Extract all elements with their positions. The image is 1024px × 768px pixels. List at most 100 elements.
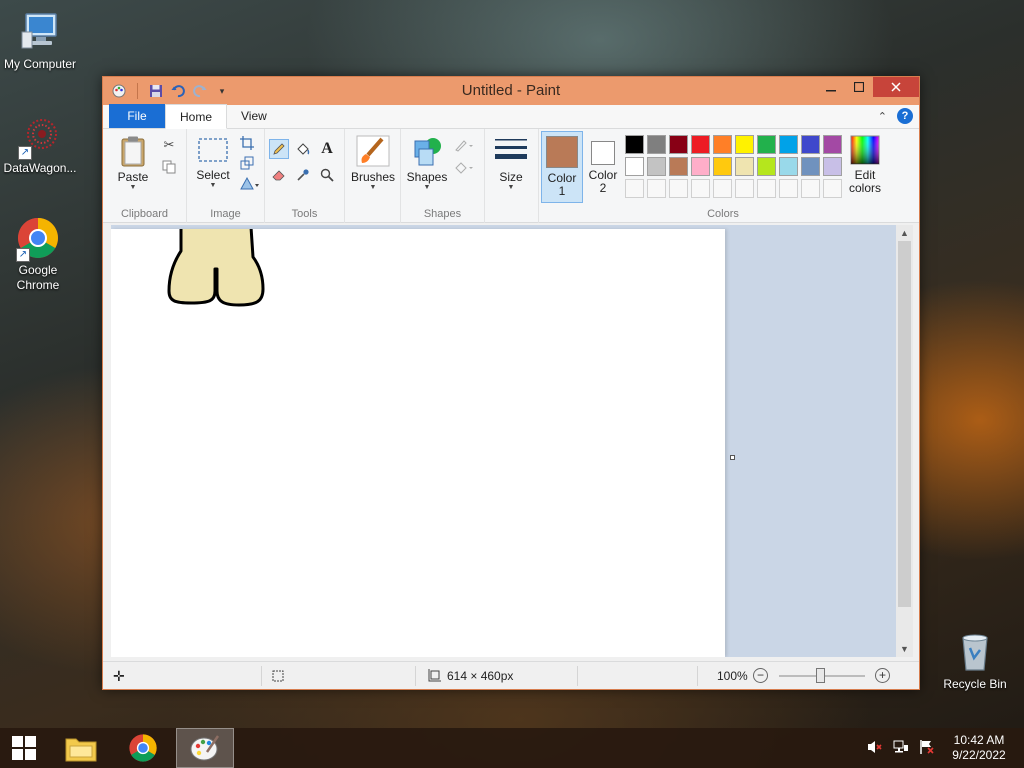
desktop-icon-recycle-bin[interactable]: Recycle Bin: [935, 630, 1015, 692]
help-icon[interactable]: ?: [897, 108, 913, 124]
taskbar-chrome[interactable]: [114, 728, 172, 768]
tab-home[interactable]: Home: [165, 104, 228, 129]
palette-custom-swatch[interactable]: [625, 179, 644, 198]
select-label: Select: [196, 168, 230, 182]
palette-swatch[interactable]: [691, 135, 710, 154]
rotate-icon[interactable]: [237, 173, 263, 193]
magnifier-icon[interactable]: [317, 165, 337, 185]
palette-swatch[interactable]: [691, 157, 710, 176]
chevron-down-icon: ▼: [369, 184, 377, 191]
palette-custom-swatch[interactable]: [757, 179, 776, 198]
palette-swatch[interactable]: [779, 135, 798, 154]
palette-swatch[interactable]: [757, 135, 776, 154]
vertical-scrollbar[interactable]: ▲ ▼: [896, 225, 913, 657]
palette-swatch[interactable]: [647, 135, 666, 154]
shortcut-arrow-icon: ↗: [18, 146, 32, 160]
minimize-button[interactable]: [817, 77, 845, 97]
title-bar[interactable]: ▾ Untitled - Paint: [103, 77, 919, 105]
color2-button[interactable]: Color 2: [585, 135, 621, 195]
cursor-position-icon: ✛: [113, 668, 125, 684]
customize-qat-icon[interactable]: ▾: [214, 83, 230, 99]
size-button[interactable]: Size ▼: [489, 135, 533, 192]
desktop-icon-label: Google Chrome: [16, 263, 60, 292]
save-icon[interactable]: [148, 83, 164, 99]
drawing-canvas[interactable]: [111, 225, 725, 657]
scroll-down-icon[interactable]: ▼: [896, 641, 913, 657]
undo-icon[interactable]: [170, 83, 186, 99]
palette-swatch[interactable]: [779, 157, 798, 176]
fill-icon[interactable]: [451, 157, 477, 177]
palette-swatch[interactable]: [801, 135, 820, 154]
desktop-icon-my-computer[interactable]: My Computer: [0, 10, 80, 72]
palette-swatch[interactable]: [669, 135, 688, 154]
palette-swatch[interactable]: [823, 135, 842, 154]
select-button[interactable]: Select ▼: [193, 135, 233, 190]
resize-icon[interactable]: [237, 153, 257, 173]
scrollbar-thumb[interactable]: [898, 241, 911, 607]
palette-swatch[interactable]: [735, 157, 754, 176]
taskbar-file-explorer[interactable]: [52, 728, 110, 768]
paint-app-icon[interactable]: [111, 83, 127, 99]
paste-button[interactable]: Paste ▼: [111, 135, 155, 192]
collapse-ribbon-icon[interactable]: ⌃: [878, 110, 887, 123]
fill-bucket-icon[interactable]: [293, 139, 313, 159]
palette-custom-swatch[interactable]: [779, 179, 798, 198]
zoom-slider-thumb[interactable]: [816, 668, 825, 683]
pencil-icon[interactable]: [269, 139, 289, 159]
size-label: Size: [499, 170, 523, 184]
action-center-flag-icon[interactable]: [918, 739, 936, 757]
chevron-down-icon: ▼: [507, 184, 515, 191]
outline-icon[interactable]: [451, 135, 477, 155]
canvas-size-icon: [427, 662, 441, 690]
palette-custom-swatch[interactable]: [669, 179, 688, 198]
edit-colors-button[interactable]: Edit colors: [843, 135, 887, 195]
start-button[interactable]: [0, 728, 48, 768]
chevron-down-icon: ▼: [209, 182, 217, 189]
redo-icon[interactable]: [192, 83, 208, 99]
palette-custom-swatch[interactable]: [801, 179, 820, 198]
eraser-icon[interactable]: [269, 165, 289, 185]
tab-file[interactable]: File: [109, 104, 165, 128]
line-size-icon: [494, 135, 528, 167]
palette-swatch[interactable]: [713, 157, 732, 176]
shapes-button[interactable]: Shapes ▼: [405, 135, 449, 192]
clock-date: 9/22/2022: [952, 748, 1006, 762]
copy-icon[interactable]: [159, 157, 179, 177]
datawagon-icon: ↗: [18, 114, 62, 160]
maximize-button[interactable]: [845, 77, 873, 97]
canvas-resize-handle[interactable]: [730, 455, 735, 460]
close-button[interactable]: [873, 77, 919, 97]
palette-custom-swatch[interactable]: [691, 179, 710, 198]
color1-button[interactable]: Color 1: [541, 131, 583, 203]
scroll-up-icon[interactable]: ▲: [896, 225, 913, 241]
palette-swatch[interactable]: [625, 157, 644, 176]
zoom-in-button[interactable]: +: [875, 668, 890, 683]
palette-custom-swatch[interactable]: [735, 179, 754, 198]
crop-icon[interactable]: [237, 133, 257, 153]
palette-swatch[interactable]: [625, 135, 644, 154]
palette-swatch[interactable]: [669, 157, 688, 176]
palette-swatch[interactable]: [757, 157, 776, 176]
network-icon[interactable]: [892, 739, 910, 757]
palette-swatch[interactable]: [647, 157, 666, 176]
zoom-out-button[interactable]: −: [753, 668, 768, 683]
desktop-icon-google-chrome[interactable]: ↗ Google Chrome: [0, 216, 78, 293]
taskbar-clock[interactable]: 10:42 AM 9/22/2022: [944, 733, 1014, 763]
palette-swatch[interactable]: [823, 157, 842, 176]
palette-swatch[interactable]: [801, 157, 820, 176]
palette-swatch[interactable]: [735, 135, 754, 154]
palette-swatch[interactable]: [713, 135, 732, 154]
paint-window[interactable]: ▾ Untitled - Paint File Home View ⌃ ? Pa…: [102, 76, 920, 690]
palette-custom-swatch[interactable]: [647, 179, 666, 198]
palette-custom-swatch[interactable]: [823, 179, 842, 198]
text-tool-icon[interactable]: A: [317, 139, 337, 159]
brushes-button[interactable]: Brushes ▼: [349, 135, 397, 192]
cut-icon[interactable]: ✂: [159, 135, 179, 155]
zoom-level: 100%: [717, 669, 748, 683]
palette-custom-swatch[interactable]: [713, 179, 732, 198]
color-picker-icon[interactable]: [293, 165, 313, 185]
tab-view[interactable]: View: [227, 104, 281, 128]
volume-muted-icon[interactable]: [866, 739, 884, 757]
desktop-icon-datawagon[interactable]: ↗ DataWagon...: [0, 114, 80, 176]
taskbar-paint[interactable]: [176, 728, 234, 768]
